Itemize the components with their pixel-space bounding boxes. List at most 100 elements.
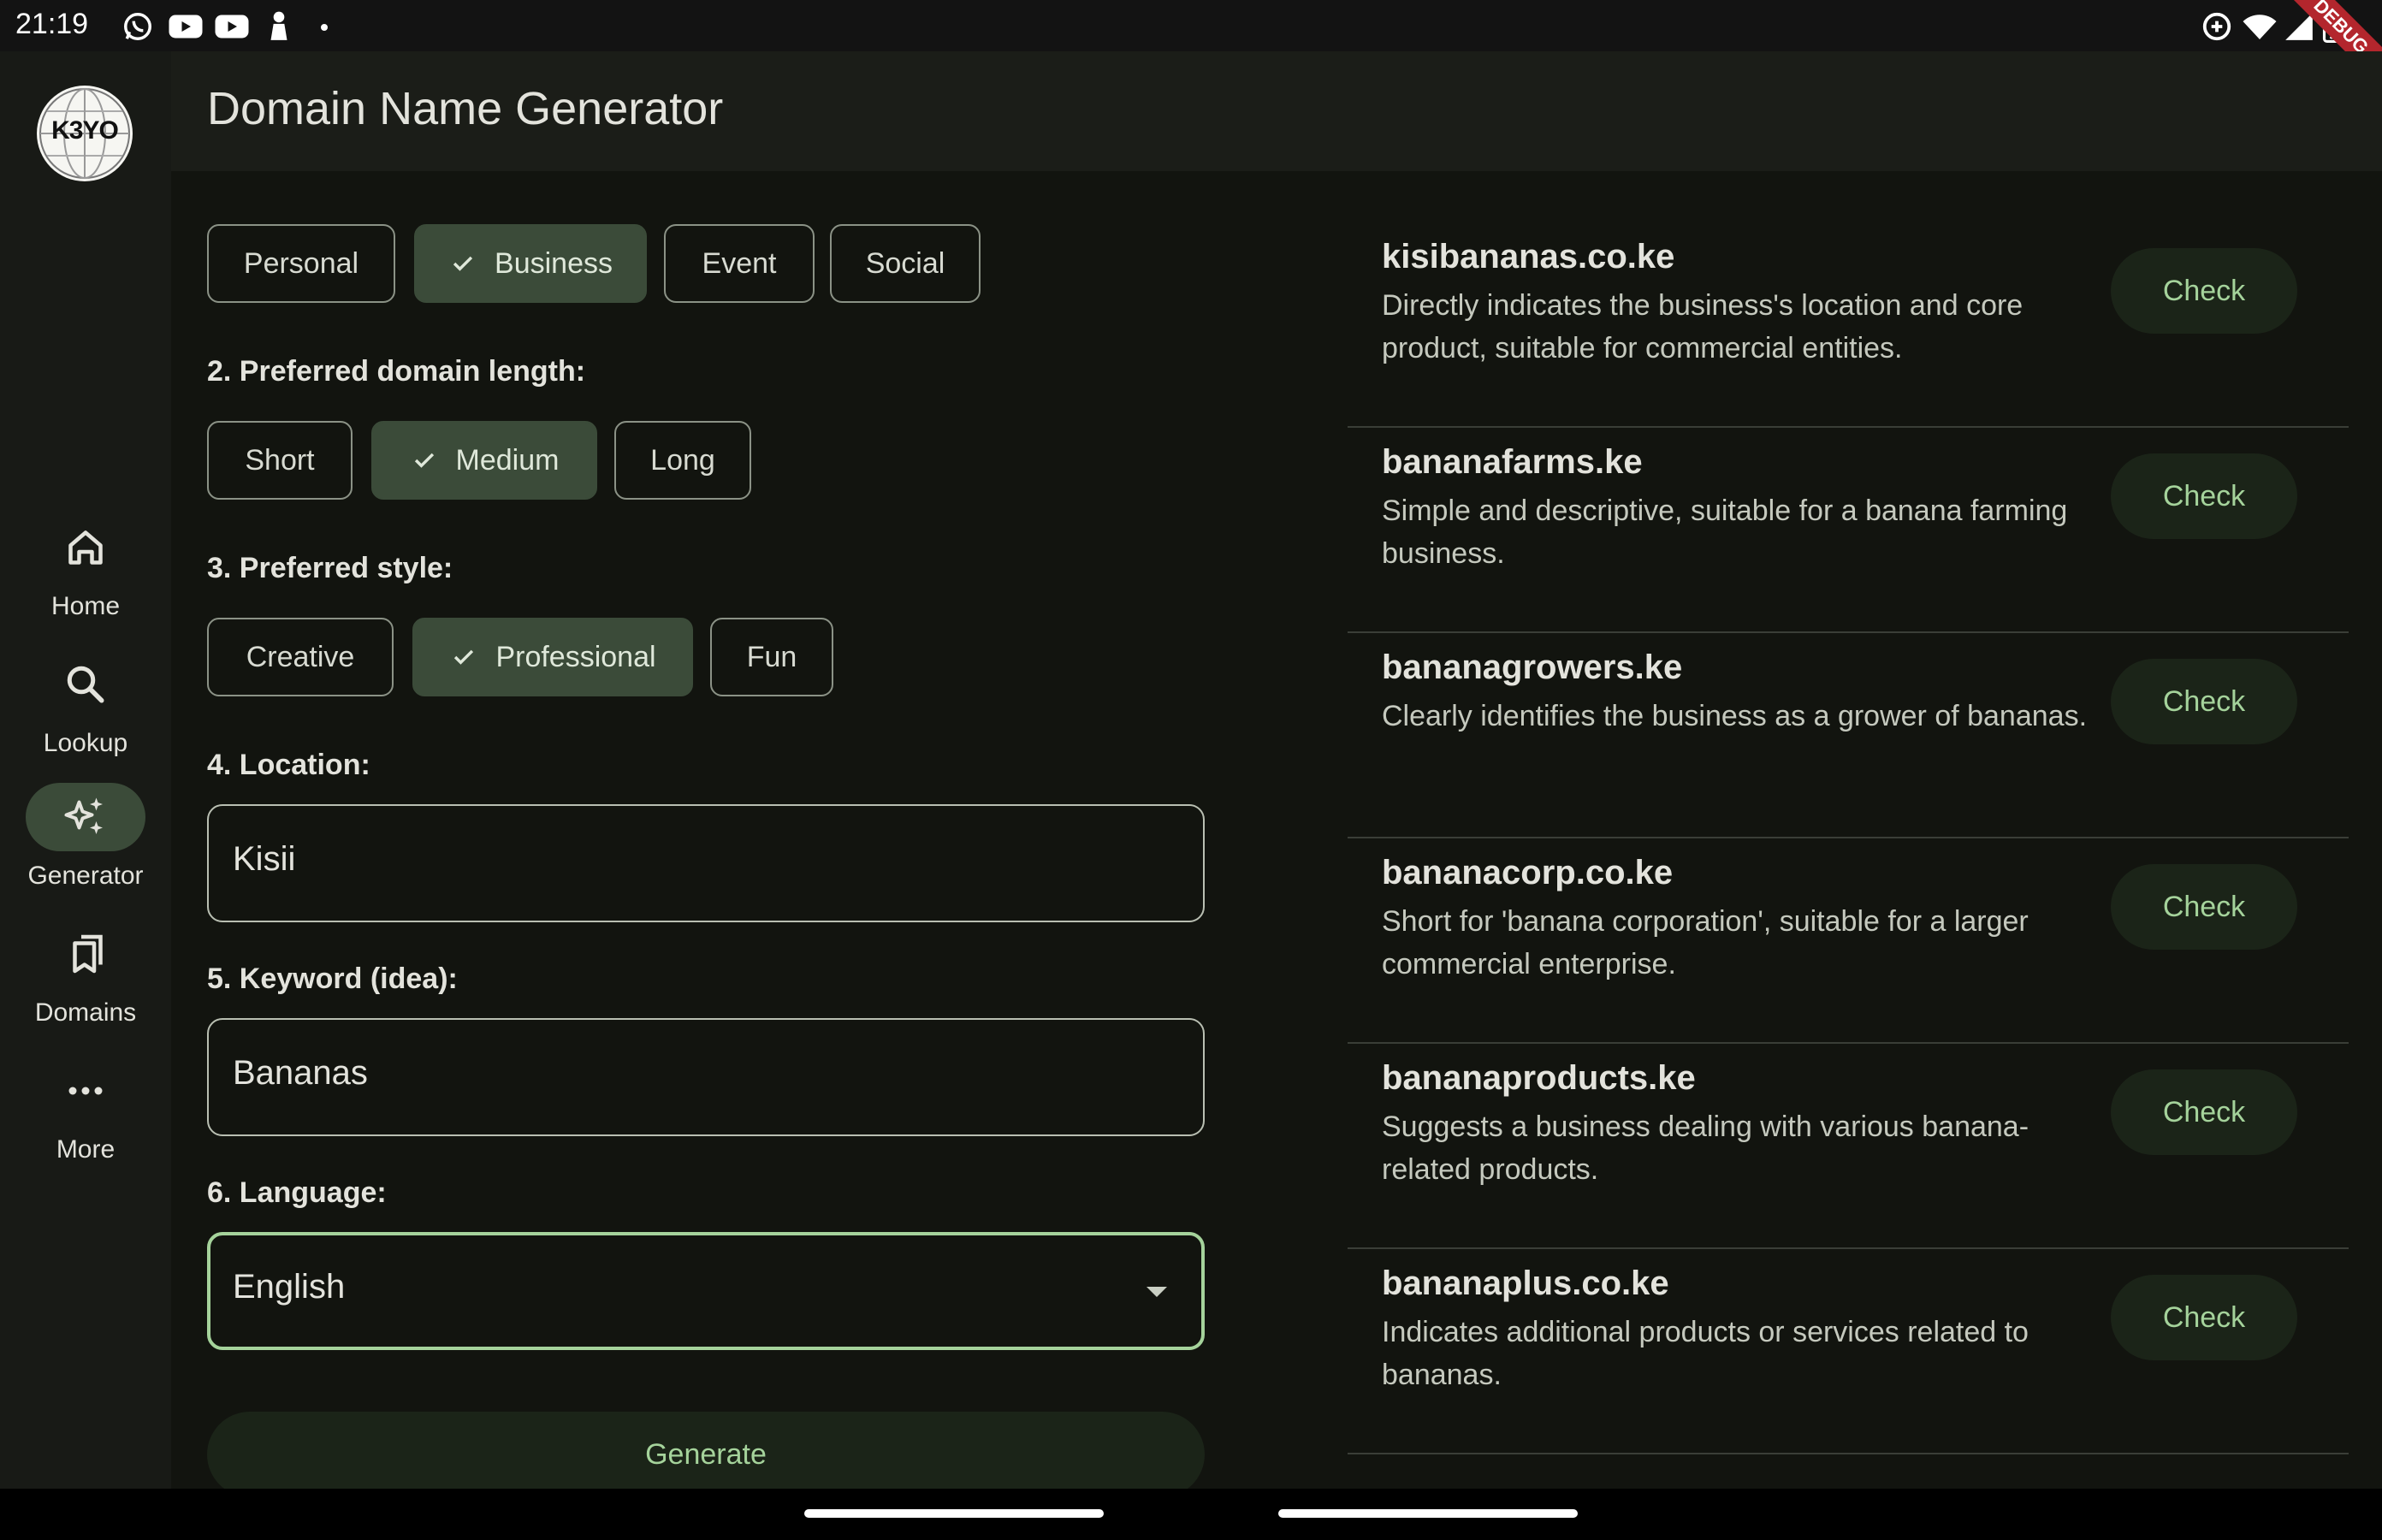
youtube-icon [215, 15, 249, 38]
language-dropdown[interactable]: English [207, 1232, 1205, 1350]
location-label: 4. Location: [207, 749, 370, 781]
nav-generator-label: Generator [27, 862, 144, 890]
keyword-label: 5. Keyword (idea): [207, 962, 458, 995]
app-window: K3YO Home Lookup Generator Domains More [0, 51, 2382, 1497]
check-button[interactable]: Check [2111, 248, 2297, 334]
check-label: Check [2162, 684, 2246, 718]
generate-label: Generate [645, 1437, 767, 1471]
result-description: Clearly identifies the business as a gro… [1382, 700, 2088, 732]
chip-event[interactable]: Event [664, 224, 815, 303]
check-button[interactable]: Check [2111, 1275, 2297, 1360]
chip-label: Creative [246, 640, 355, 673]
check-label: Check [2162, 479, 2246, 512]
nav-generator[interactable]: Generator [0, 783, 171, 911]
result-description: Directly indicates the business's locati… [1382, 289, 2024, 364]
check-button[interactable]: Check [2111, 1069, 2297, 1155]
chess-pawn-icon [270, 11, 287, 40]
length-question-label: 2. Preferred domain length: [207, 355, 586, 388]
chip-label: Long [650, 443, 715, 477]
more-icon [68, 1087, 103, 1095]
chip-personal[interactable]: Personal [207, 224, 395, 303]
check-label: Check [2162, 1300, 2246, 1334]
chip-business[interactable]: Business [414, 224, 647, 303]
result-item: bananacorp.co.ke Short for 'banana corpo… [1348, 838, 2349, 1044]
sparkle-icon [64, 797, 103, 834]
status-time: 21:19 [15, 8, 89, 40]
check-icon [454, 649, 474, 665]
gesture-handle[interactable] [804, 1509, 1104, 1518]
result-domain: bananagrowers.ke [1382, 649, 1683, 686]
result-description: Short for 'banana corporation', suitable… [1382, 905, 2029, 980]
check-button[interactable]: Check [2111, 659, 2297, 744]
generator-form: Personal Business Event Social 2. Prefer… [171, 171, 1283, 1497]
wifi-icon [2243, 15, 2277, 39]
result-domain: bananaproducts.ke [1382, 1059, 1696, 1097]
check-button[interactable]: Check [2111, 453, 2297, 539]
location-field[interactable]: Kisii [207, 804, 1205, 922]
check-button[interactable]: Check [2111, 864, 2297, 950]
keyword-value: Bananas [233, 1054, 368, 1092]
nav-lookup-label: Lookup [43, 729, 128, 757]
chip-label: Event [702, 246, 777, 280]
nav-more[interactable]: More [0, 1057, 171, 1185]
chip-fun[interactable]: Fun [710, 618, 833, 696]
result-description: Suggests a business dealing with various… [1382, 1111, 2029, 1186]
result-description: Indicates additional products or service… [1382, 1316, 2029, 1391]
nav-lookup[interactable]: Lookup [0, 650, 171, 779]
dropdown-arrow-icon [1147, 1287, 1167, 1297]
keyword-field[interactable]: Bananas [207, 1018, 1205, 1136]
navigation-rail: K3YO Home Lookup Generator Domains More [0, 51, 173, 1489]
chip-label: Personal [243, 246, 359, 280]
result-domain: bananacorp.co.ke [1382, 854, 1674, 891]
result-item: bananaplus.co.ke Indicates additional pr… [1348, 1249, 2349, 1454]
result-domain: bananaplus.co.ke [1382, 1265, 1669, 1302]
location-value: Kisii [233, 840, 296, 878]
check-icon [453, 256, 473, 271]
nav-home-label: Home [50, 592, 121, 620]
check-label: Check [2162, 274, 2246, 307]
result-domain: kisibananas.co.ke [1382, 238, 1675, 275]
chip-social[interactable]: Social [830, 224, 981, 303]
status-bar: 21:19 DEBUG [0, 0, 2382, 98]
notification-dot-icon [321, 24, 328, 31]
top-app-bar: Domain Name Generator [171, 51, 2382, 171]
chip-label: Fun [746, 640, 797, 673]
result-item: kisibananas.co.ke Directly indicates the… [1348, 222, 2349, 428]
nav-domains-label: Domains [34, 998, 137, 1027]
logo-text: K3YO [51, 116, 119, 145]
bookmarks-icon [73, 934, 103, 974]
chip-long[interactable]: Long [614, 421, 751, 500]
whatsapp-icon [124, 13, 151, 40]
app-logo[interactable]: K3YO [37, 86, 133, 181]
result-item: bananafarms.ke Simple and descriptive, s… [1348, 428, 2349, 633]
result-item: bananagrowers.ke Clearly identifies the … [1348, 633, 2349, 838]
result-item: bananaproducts.ke Suggests a business de… [1348, 1044, 2349, 1249]
system-navigation-bar [0, 1489, 2382, 1540]
style-question-label: 3. Preferred style: [207, 552, 453, 584]
nav-domains[interactable]: Domains [0, 920, 171, 1048]
chip-medium[interactable]: Medium [371, 421, 597, 500]
page-title: Domain Name Generator [207, 83, 724, 134]
chip-label: Medium [455, 443, 560, 477]
generate-button[interactable]: Generate [207, 1412, 1205, 1497]
gesture-handle[interactable] [1278, 1509, 1578, 1518]
check-icon [414, 453, 434, 468]
chip-label: Short [245, 443, 315, 477]
search-icon [67, 666, 104, 703]
chip-professional[interactable]: Professional [412, 618, 693, 696]
language-label: 6. Language: [207, 1176, 387, 1209]
chip-label: Social [865, 246, 945, 280]
data-saver-icon [2202, 12, 2231, 41]
youtube-icon [169, 15, 203, 38]
chip-short[interactable]: Short [207, 421, 353, 500]
nav-home[interactable]: Home [0, 513, 171, 642]
chip-label: Business [495, 246, 613, 280]
chip-creative[interactable]: Creative [207, 618, 394, 696]
language-value: English [233, 1268, 346, 1306]
chip-label: Professional [495, 640, 656, 673]
result-domain: bananafarms.ke [1382, 443, 1643, 481]
nav-more-label: More [56, 1135, 116, 1164]
home-icon [68, 530, 103, 565]
result-description: Simple and descriptive, suitable for a b… [1382, 495, 2068, 570]
check-label: Check [2162, 890, 2246, 923]
